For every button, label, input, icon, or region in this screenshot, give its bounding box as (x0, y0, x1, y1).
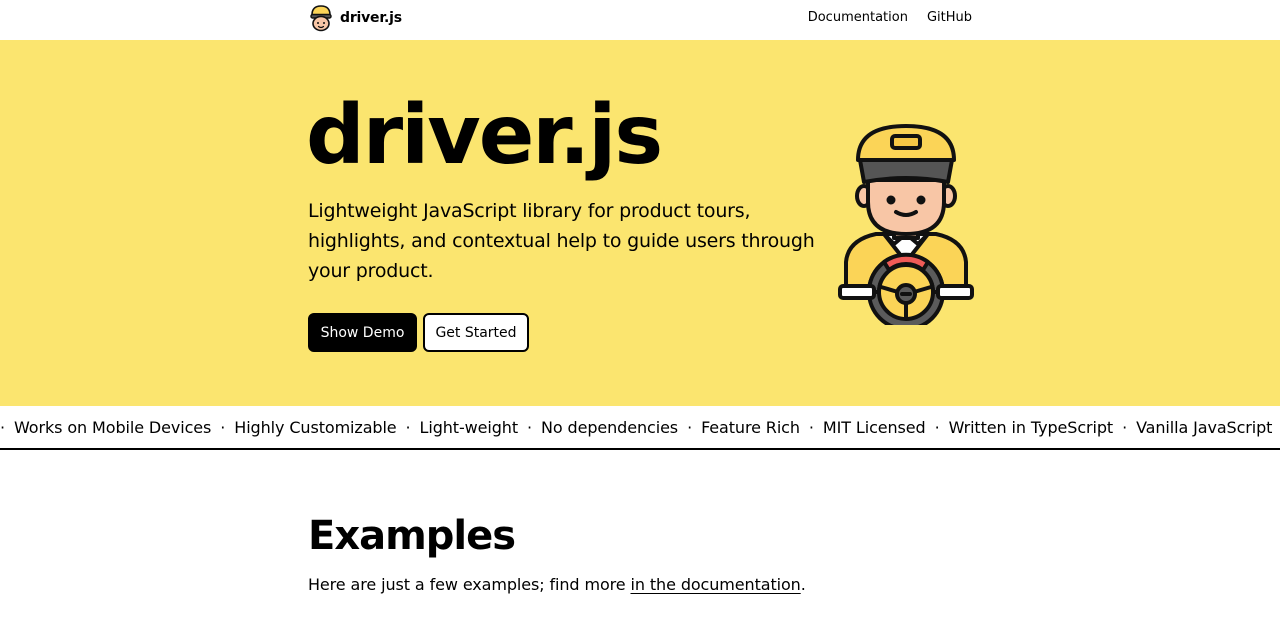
nav-link-github[interactable]: GitHub (927, 10, 972, 25)
brand-name: driver.js (340, 10, 402, 26)
top-navigation: driver.js Documentation GitHub (0, 0, 1280, 40)
feature-item: No dependencies (541, 418, 679, 437)
examples-desc-prefix: Here are just a few examples; find more (308, 575, 631, 594)
ticker-separator: · (405, 418, 411, 437)
ticker-separator: · (687, 418, 693, 437)
brand-link[interactable]: driver.js (308, 4, 402, 32)
features-list: · Works on Mobile Devices · Highly Customiz… (0, 418, 1280, 437)
nav-links: Documentation GitHub (808, 10, 972, 25)
feature-item: Feature Rich (701, 418, 800, 437)
get-started-button[interactable]: Get Started (423, 313, 529, 352)
features-ticker: · Works on Mobile Devices · Highly Customiz… (0, 406, 1280, 450)
show-demo-button[interactable]: Show Demo (308, 313, 417, 352)
examples-description: Here are just a few examples; find more … (308, 575, 806, 594)
ticker-separator: · (808, 418, 814, 437)
feature-item: MIT Licensed (822, 418, 926, 437)
ticker-separator: · (0, 418, 5, 437)
examples-desc-suffix: . (800, 575, 806, 594)
hero-description: Lightweight JavaScript library for produ… (308, 200, 815, 282)
nav-link-documentation[interactable]: Documentation (808, 10, 908, 25)
feature-item: Vanilla JavaScript (1136, 418, 1273, 437)
ticker-separator: · (934, 418, 940, 437)
ticker-separator: · (1122, 418, 1128, 437)
driver-mascot-icon (838, 124, 974, 325)
feature-item: Highly Customizable (234, 418, 397, 437)
ticker-separator: · (1272, 418, 1280, 437)
ticker-separator: · (527, 418, 532, 437)
ticker-separator: · (220, 418, 226, 437)
examples-title: Examples (308, 513, 516, 559)
hero-section: driver.js Lightweight JavaScript library… (0, 40, 1280, 406)
feature-item: Works on Mobile Devices (14, 418, 212, 437)
hero-title: driver.js (306, 88, 663, 183)
feature-item: Written in TypeScript (948, 418, 1114, 437)
driver-mascot-icon (310, 5, 332, 32)
feature-item: Light-weight (419, 418, 519, 437)
documentation-link[interactable]: in the documentation (631, 575, 801, 594)
